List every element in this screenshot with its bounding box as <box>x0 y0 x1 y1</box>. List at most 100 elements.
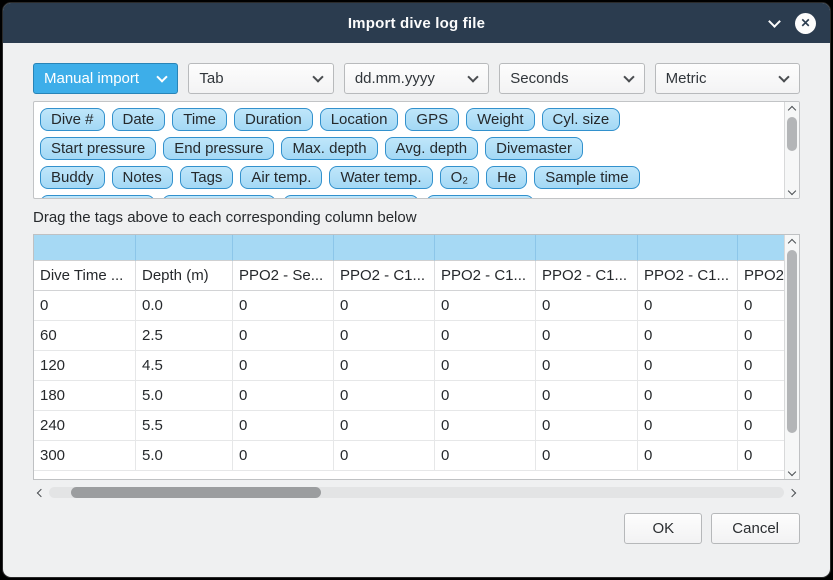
table-cell: 0 <box>638 411 738 441</box>
table-cell: 0 <box>638 351 738 381</box>
table-cell: 0 <box>435 411 536 441</box>
table-cell: 0 <box>334 321 435 351</box>
tag-start-pressure[interactable]: Start pressure <box>40 137 156 160</box>
tag-sample-time[interactable]: Sample time <box>534 166 639 189</box>
table-cell: 0 <box>638 321 738 351</box>
ok-button[interactable]: OK <box>624 513 702 544</box>
table-cell: 0 <box>738 321 784 351</box>
scroll-up-icon[interactable] <box>789 235 795 248</box>
chevron-down-icon <box>468 71 479 82</box>
tag-location[interactable]: Location <box>320 108 399 131</box>
table-cell: 0 <box>738 441 784 471</box>
table-cell: 0 <box>34 291 136 321</box>
tag-scroll-thumb[interactable] <box>787 117 797 151</box>
column-drop-target[interactable] <box>34 235 136 261</box>
table-hscrollbar[interactable] <box>33 485 800 500</box>
table-cell: 0 <box>738 291 784 321</box>
combo-field-separator[interactable]: Tab <box>188 63 333 94</box>
tag-sample-depth[interactable]: Sample depth <box>40 195 155 198</box>
combo-units[interactable]: Metric <box>655 63 800 94</box>
tag-divemaster[interactable]: Divemaster <box>485 137 583 160</box>
column-drop-target[interactable] <box>638 235 738 261</box>
tag-notes[interactable]: Notes <box>112 166 173 189</box>
column-drop-target[interactable] <box>536 235 638 261</box>
tag-air-temp[interactable]: Air temp. <box>240 166 322 189</box>
tag-avg-depth[interactable]: Avg. depth <box>385 137 478 160</box>
column-drop-target[interactable] <box>435 235 536 261</box>
chevron-down-icon[interactable] <box>768 15 781 28</box>
tag-row: Buddy Notes Tags Air temp. Water temp. O₂ He Sa… <box>40 166 778 189</box>
tag-he[interactable]: He <box>486 166 527 189</box>
tag-date[interactable]: Date <box>112 108 166 131</box>
tag-cyl-size[interactable]: Cyl. size <box>542 108 621 131</box>
combo-duration-format[interactable]: Seconds <box>499 63 644 94</box>
dialog-buttons: OK Cancel <box>33 513 800 544</box>
tag-duration[interactable]: Duration <box>234 108 313 131</box>
scroll-left-icon[interactable] <box>33 485 49 500</box>
table-cell: 0 <box>536 381 638 411</box>
table-row: 1204.5000000 <box>34 351 784 381</box>
table-scroll-thumb[interactable] <box>787 250 797 433</box>
import-options-row: Manual import Tab dd.mm.yyyy Seconds Metric <box>33 63 800 94</box>
combo-date-format[interactable]: dd.mm.yyyy <box>344 63 489 94</box>
table-scroll-track[interactable] <box>785 248 799 466</box>
column-drop-target[interactable] <box>233 235 334 261</box>
tag-gps[interactable]: GPS <box>405 108 459 131</box>
column-drop-row <box>34 235 784 261</box>
scroll-up-icon[interactable] <box>789 102 795 115</box>
combo-value: Seconds <box>510 70 618 87</box>
tag-weight[interactable]: Weight <box>466 108 534 131</box>
table-cell: 0 <box>334 381 435 411</box>
table-cell: 5.0 <box>136 381 233 411</box>
table-cell: 2.5 <box>136 321 233 351</box>
tag-tags[interactable]: Tags <box>180 166 234 189</box>
hscroll-track[interactable] <box>49 487 784 498</box>
tag-panel-scrollbar[interactable] <box>784 102 799 198</box>
tag-o[interactable]: O₂ <box>440 166 480 189</box>
tag-row: Dive # Date Time Duration Location GPS Weight C… <box>40 108 778 131</box>
tag-sample-pressure[interactable]: Sample pressure <box>283 195 418 198</box>
table-body: 00.0000000602.50000001204.50000001805.00… <box>34 291 784 471</box>
titlebar-controls: ✕ <box>770 3 816 43</box>
table-cell: 60 <box>34 321 136 351</box>
table-cell: 0 <box>536 351 638 381</box>
tag-buddy[interactable]: Buddy <box>40 166 105 189</box>
column-header: PPO2 - C1... <box>536 261 638 291</box>
table-cell: 0 <box>638 441 738 471</box>
tag-end-pressure[interactable]: End pressure <box>163 137 274 160</box>
tag-row: Start pressure End pressure Max. depth Avg.… <box>40 137 778 160</box>
table-row: 1805.0000000 <box>34 381 784 411</box>
column-header: PPO2 <box>738 261 784 291</box>
table-cell: 0 <box>435 441 536 471</box>
scroll-down-icon[interactable] <box>789 466 795 479</box>
tag-sample-temp[interactable]: Sample temp. <box>162 195 277 198</box>
scroll-down-icon[interactable] <box>789 185 795 198</box>
table-row: 602.5000000 <box>34 321 784 351</box>
combo-value: Tab <box>199 70 307 87</box>
cancel-button[interactable]: Cancel <box>711 513 800 544</box>
column-drop-target[interactable] <box>334 235 435 261</box>
close-icon: ✕ <box>800 16 810 30</box>
scroll-right-icon[interactable] <box>784 485 800 500</box>
combo-import-type[interactable]: Manual import <box>33 63 178 94</box>
instruction-text: Drag the tags above to each correspondin… <box>33 209 800 227</box>
tag-time[interactable]: Time <box>172 108 227 131</box>
table-cell: 4.5 <box>136 351 233 381</box>
table-row: 3005.0000000 <box>34 441 784 471</box>
column-header: Depth (m) <box>136 261 233 291</box>
tag-panel: Dive # Date Time Duration Location GPS Weight C… <box>33 101 800 199</box>
tag-sample-cns[interactable]: Sample CNS <box>426 195 535 198</box>
tag-scroll-track[interactable] <box>785 115 799 185</box>
table-cell: 0.0 <box>136 291 233 321</box>
tag-water-temp[interactable]: Water temp. <box>329 166 432 189</box>
tag-dive[interactable]: Dive # <box>40 108 105 131</box>
table-vscrollbar[interactable] <box>784 235 799 479</box>
hscroll-thumb[interactable] <box>71 487 321 498</box>
close-button[interactable]: ✕ <box>795 13 816 34</box>
table-cell: 0 <box>536 291 638 321</box>
tag-max-depth[interactable]: Max. depth <box>281 137 377 160</box>
titlebar[interactable]: Import dive log file ✕ <box>3 3 830 43</box>
column-drop-target[interactable] <box>136 235 233 261</box>
column-drop-target[interactable] <box>738 235 784 261</box>
table-cell: 0 <box>536 441 638 471</box>
